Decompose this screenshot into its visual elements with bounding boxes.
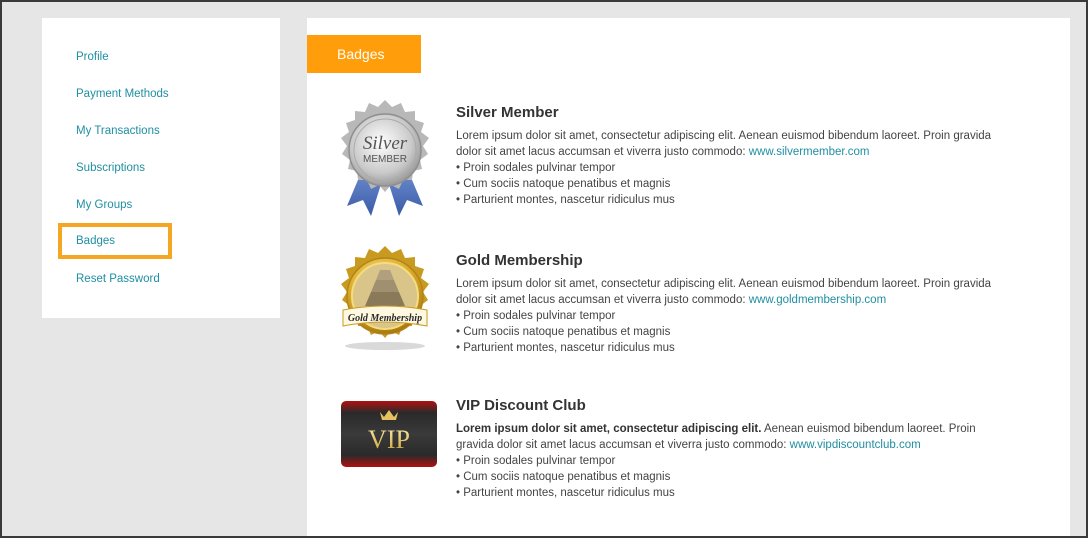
gold-medal-icon: Gold Membership (333, 244, 437, 354)
badge-description: Lorem ipsum dolor sit amet, consectetur … (456, 130, 992, 158)
badge-bullet: • Proin sodales pulvinar tempor (456, 455, 616, 467)
sidebar-item-profile[interactable]: Profile (76, 51, 109, 63)
badge-bullet: • Parturient montes, nascetur ridiculus … (456, 194, 675, 206)
badge-link[interactable]: www.goldmembership.com (749, 294, 886, 306)
silver-medal-icon: Silver MEMBER (333, 98, 437, 222)
badge-title: Gold Membership (456, 252, 583, 269)
badge-link[interactable]: www.vipdiscountclub.com (790, 439, 921, 451)
badge-details: Gold Membership Lorem ipsum dolor sit am… (456, 252, 1016, 356)
sidebar-item-my-groups[interactable]: My Groups (76, 199, 132, 211)
svg-text:MEMBER: MEMBER (363, 154, 407, 165)
svg-text:VIP: VIP (368, 425, 410, 454)
sidebar-item-subscriptions[interactable]: Subscriptions (76, 162, 145, 174)
vip-card-icon: VIP (340, 400, 444, 468)
badge-bullet: • Cum sociis natoque penatibus et magnis (456, 326, 671, 338)
svg-text:Gold Membership: Gold Membership (348, 313, 422, 324)
badge-details: Silver Member Lorem ipsum dolor sit amet… (456, 104, 1016, 208)
badge-description: Lorem ipsum dolor sit amet, consectetur … (456, 278, 992, 306)
badge-bullet: • Proin sodales pulvinar tempor (456, 310, 616, 322)
sidebar-item-reset-password[interactable]: Reset Password (76, 273, 160, 285)
sidebar-item-badges[interactable]: Badges (58, 223, 172, 259)
tab-badges[interactable]: Badges (307, 35, 421, 73)
badge-bullet: • Cum sociis natoque penatibus et magnis (456, 178, 671, 190)
badge-bullet: • Proin sodales pulvinar tempor (456, 162, 616, 174)
main-panel: Badges Silver MEMBER Silver Member Lorem… (307, 18, 1070, 538)
badge-description: Lorem ipsum dolor sit amet, consectetur … (456, 423, 976, 451)
badge-title: Silver Member (456, 104, 559, 121)
badge-details: VIP Discount Club Lorem ipsum dolor sit … (456, 397, 1016, 501)
sidebar-item-payment-methods[interactable]: Payment Methods (76, 88, 169, 100)
badge-bullet: • Parturient montes, nascetur ridiculus … (456, 487, 675, 499)
svg-text:Silver: Silver (363, 133, 408, 154)
sidebar: Profile Payment Methods My Transactions … (42, 18, 280, 318)
badge-link[interactable]: www.silvermember.com (749, 146, 870, 158)
badge-bullet: • Parturient montes, nascetur ridiculus … (456, 342, 675, 354)
badge-bullet: • Cum sociis natoque penatibus et magnis (456, 471, 671, 483)
badge-title: VIP Discount Club (456, 397, 586, 414)
sidebar-item-my-transactions[interactable]: My Transactions (76, 125, 160, 137)
